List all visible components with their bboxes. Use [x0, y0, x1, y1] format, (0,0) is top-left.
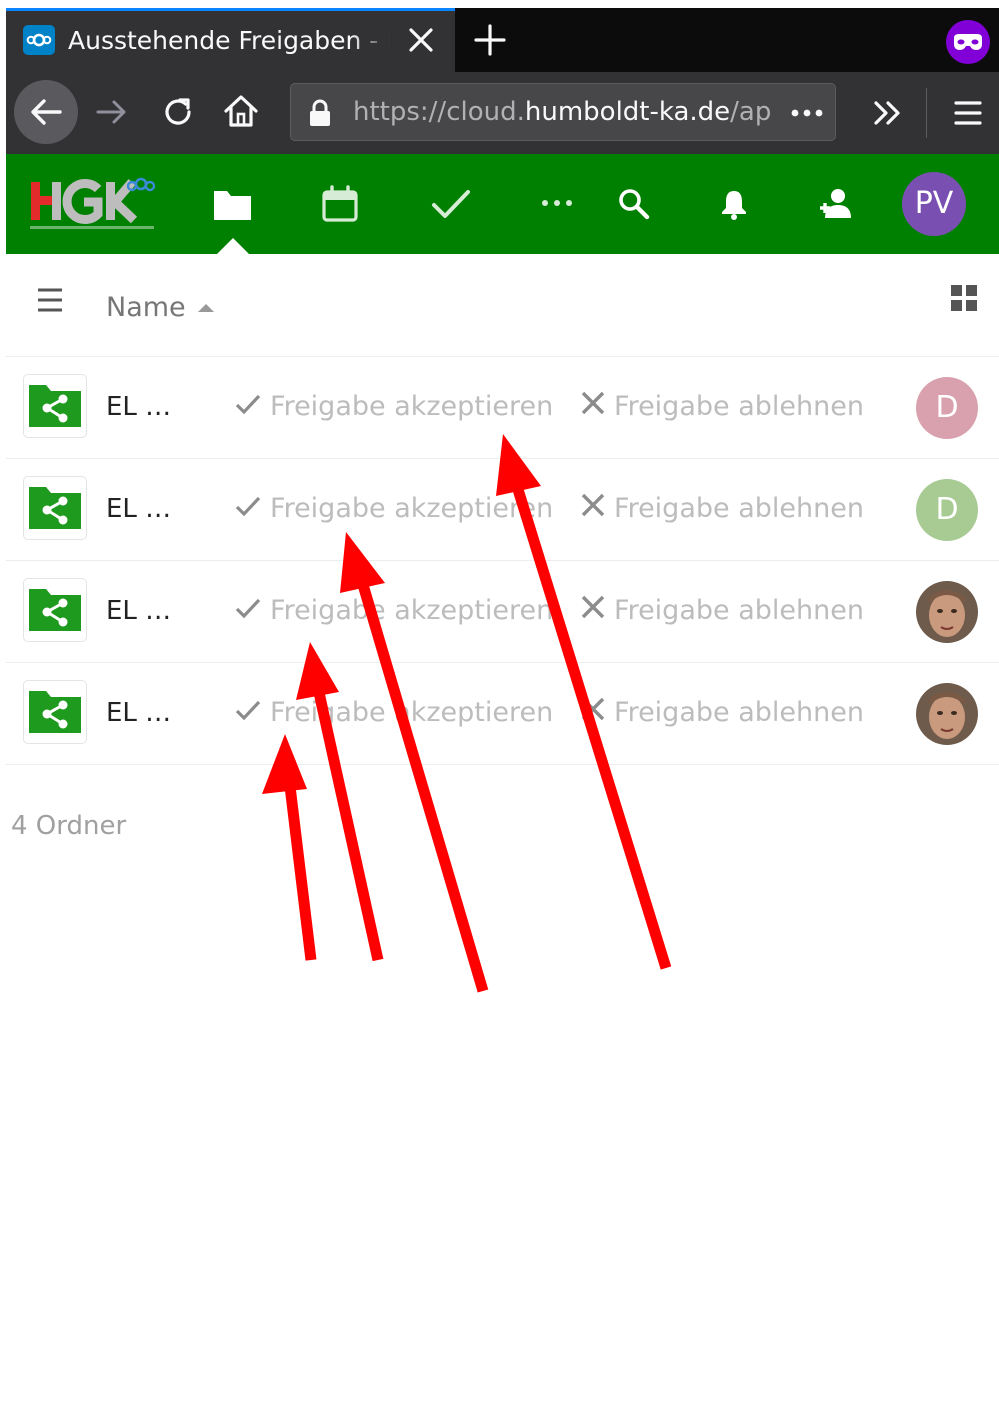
file-list-header: Name [6, 254, 999, 357]
owner-avatar[interactable]: D [916, 479, 978, 541]
checkmark-icon [234, 386, 262, 430]
url-text[interactable]: https://cloud.humboldt-ka.de/apps/files [353, 92, 773, 132]
active-app-indicator [217, 238, 249, 254]
address-bar[interactable]: https://cloud.humboldt-ka.de/apps/files [290, 83, 836, 141]
close-tab-icon[interactable] [404, 22, 438, 58]
navigation-toggle-icon[interactable] [36, 286, 64, 314]
navigation-toolbar: https://cloud.humboldt-ka.de/apps/files [6, 72, 999, 155]
contacts-icon[interactable] [816, 184, 856, 224]
table-row[interactable]: EL … Freigabe akzeptieren Freigabe ableh… [6, 561, 999, 663]
user-avatar[interactable]: PV [902, 172, 966, 236]
table-row[interactable]: EL … Freigabe akzeptieren Freigabe ableh… [6, 357, 999, 459]
page-actions-icon[interactable] [787, 100, 827, 126]
accept-share-button[interactable]: Freigabe akzeptieren [234, 589, 553, 633]
browser-window: Ausstehende Freigaben - Humboldt [6, 8, 999, 1406]
url-prefix: https://cloud. [353, 97, 525, 127]
more-apps-icon[interactable] [538, 190, 576, 216]
app-header: PV [6, 154, 999, 254]
checkmark-icon [234, 488, 262, 532]
tasks-checkmark-icon[interactable] [430, 184, 472, 224]
overflow-chevrons-icon[interactable] [868, 94, 908, 132]
decline-share-label: Freigabe ablehnen [614, 697, 864, 728]
shared-folder-icon [24, 477, 86, 539]
column-header-name[interactable]: Name [106, 290, 186, 326]
file-name[interactable]: EL … [106, 489, 171, 529]
notifications-bell-icon[interactable] [718, 186, 750, 222]
home-icon[interactable] [220, 90, 262, 132]
tab-bar: Ausstehende Freigaben - Humboldt [6, 8, 999, 72]
back-button[interactable] [14, 80, 78, 144]
url-path: /apps/files [730, 97, 773, 127]
close-icon [580, 386, 606, 430]
folder-count-summary: 4 Ordner [11, 811, 127, 841]
school-logo[interactable] [28, 172, 156, 234]
accept-share-label: Freigabe akzeptieren [270, 493, 554, 524]
table-row[interactable]: EL … Freigabe akzeptieren Freigabe ableh… [6, 663, 999, 765]
sort-ascending-icon [198, 304, 214, 312]
accept-share-button[interactable]: Freigabe akzeptieren [234, 691, 553, 735]
checkmark-icon [234, 590, 262, 634]
decline-share-label: Freigabe ablehnen [614, 391, 864, 422]
search-icon[interactable] [616, 186, 652, 222]
new-tab-icon[interactable] [470, 20, 510, 60]
shared-folder-icon [24, 579, 86, 641]
grid-view-icon[interactable] [950, 284, 978, 312]
accept-share-button[interactable]: Freigabe akzeptieren [234, 385, 553, 429]
owner-photo-avatar[interactable] [916, 683, 978, 745]
tab-title: Ausstehende Freigaben - Humboldt [68, 26, 390, 55]
close-icon [580, 692, 606, 736]
decline-share-label: Freigabe ablehnen [614, 595, 864, 626]
table-row[interactable]: EL … Freigabe akzeptieren Freigabe ableh… [6, 459, 999, 561]
private-browsing-mask-icon [946, 20, 990, 64]
file-name[interactable]: EL … [106, 387, 171, 427]
calendar-icon[interactable] [320, 184, 360, 224]
accept-share-label: Freigabe akzeptieren [270, 595, 554, 626]
menu-icon[interactable] [950, 96, 986, 130]
files-app-folder-icon[interactable] [211, 184, 255, 224]
close-icon [580, 590, 606, 634]
checkmark-icon [234, 692, 262, 736]
decline-share-button[interactable]: Freigabe ablehnen [580, 691, 864, 735]
file-name[interactable]: EL … [106, 591, 171, 631]
decline-share-button[interactable]: Freigabe ablehnen [580, 385, 864, 429]
accept-share-label: Freigabe akzeptieren [270, 697, 554, 728]
shared-folder-icon [24, 681, 86, 743]
annotation-arrow-1 [283, 777, 317, 961]
close-icon [580, 488, 606, 532]
forward-icon[interactable] [92, 92, 132, 132]
shared-folder-icon [24, 375, 86, 437]
owner-avatar[interactable]: D [916, 377, 978, 439]
accept-share-button[interactable]: Freigabe akzeptieren [234, 487, 553, 531]
arrow-left-icon [31, 99, 62, 125]
nextcloud-favicon-icon [23, 25, 55, 55]
toolbar-separator [926, 88, 927, 138]
lock-icon[interactable] [307, 98, 333, 128]
decline-share-button[interactable]: Freigabe ablehnen [580, 487, 864, 531]
decline-share-button[interactable]: Freigabe ablehnen [580, 589, 864, 633]
tab-accent [6, 8, 455, 11]
url-host: humboldt-ka.de [524, 97, 731, 127]
file-name[interactable]: EL … [106, 693, 171, 733]
accept-share-label: Freigabe akzeptieren [270, 391, 554, 422]
decline-share-label: Freigabe ablehnen [614, 493, 864, 524]
reload-icon[interactable] [158, 92, 198, 132]
owner-photo-avatar[interactable] [916, 581, 978, 643]
tab-active[interactable]: Ausstehende Freigaben - Humboldt [6, 8, 455, 72]
